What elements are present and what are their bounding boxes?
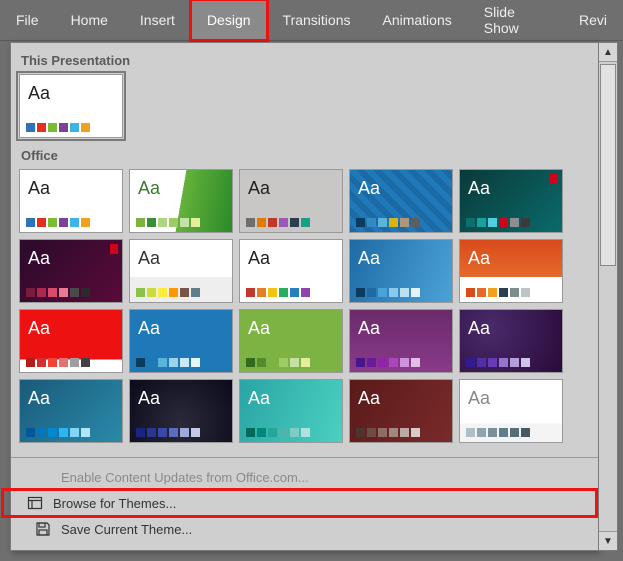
- theme-swatches: [356, 358, 420, 367]
- theme-swatches: [136, 218, 200, 227]
- blank-icon: [35, 469, 51, 485]
- section-this-presentation: This Presentation: [21, 53, 592, 68]
- menu-label: Browse for Themes...: [53, 496, 176, 511]
- theme-thumb[interactable]: Aa: [239, 309, 343, 373]
- theme-thumb[interactable]: Aa: [459, 309, 563, 373]
- theme-thumb[interactable]: Aa: [19, 169, 123, 233]
- theme-thumb[interactable]: Aa: [129, 169, 233, 233]
- theme-swatches: [26, 218, 90, 227]
- theme-swatches: [466, 358, 530, 367]
- tab-design[interactable]: Design: [191, 0, 267, 40]
- theme-thumb[interactable]: Aa: [129, 239, 233, 303]
- theme-swatches: [466, 428, 530, 437]
- theme-thumb[interactable]: Aa: [129, 309, 233, 373]
- theme-swatches: [466, 218, 530, 227]
- themes-dropdown: This Presentation Aa Office AaAaAaAaAaAa…: [10, 42, 618, 551]
- theme-swatches: [356, 288, 420, 297]
- scroll-up-button[interactable]: ▲: [599, 43, 617, 62]
- menu-label: Save Current Theme...: [61, 522, 192, 537]
- theme-swatches: [26, 428, 90, 437]
- theme-thumb[interactable]: Aa: [349, 239, 453, 303]
- theme-swatches: [136, 358, 200, 367]
- theme-swatches: [246, 428, 310, 437]
- menu-enable-updates: Enable Content Updates from Office.com..…: [11, 464, 598, 490]
- tab-transitions[interactable]: Transitions: [267, 0, 367, 40]
- theme-thumb[interactable]: Aa: [19, 239, 123, 303]
- ribbon-tabs: File Home Insert Design Transitions Anim…: [0, 0, 623, 41]
- theme-swatches: [246, 358, 310, 367]
- themes-footer: Enable Content Updates from Office.com..…: [11, 457, 598, 550]
- theme-thumb[interactable]: Aa: [239, 239, 343, 303]
- theme-swatches: [136, 288, 200, 297]
- menu-save-theme[interactable]: Save Current Theme...: [11, 516, 598, 542]
- theme-thumb-current[interactable]: Aa: [19, 74, 123, 138]
- theme-swatches: [466, 288, 530, 297]
- themes-scrollbar[interactable]: ▲ ▼: [598, 42, 618, 551]
- theme-swatches: [26, 358, 90, 367]
- theme-swatches: [26, 123, 90, 132]
- theme-thumb[interactable]: Aa: [19, 309, 123, 373]
- theme-swatches: [356, 218, 420, 227]
- theme-thumb[interactable]: Aa: [129, 379, 233, 443]
- section-office: Office: [21, 148, 592, 163]
- browse-themes-icon: [27, 495, 43, 511]
- theme-thumb[interactable]: Aa: [349, 169, 453, 233]
- theme-thumb[interactable]: Aa: [239, 169, 343, 233]
- tab-file[interactable]: File: [0, 0, 55, 40]
- gallery-this-presentation: Aa: [19, 74, 592, 138]
- tab-insert[interactable]: Insert: [124, 0, 191, 40]
- theme-swatches: [26, 288, 90, 297]
- theme-swatches: [246, 218, 310, 227]
- theme-swatches: [136, 428, 200, 437]
- theme-thumb[interactable]: Aa: [459, 169, 563, 233]
- theme-swatches: [246, 288, 310, 297]
- theme-thumb[interactable]: Aa: [239, 379, 343, 443]
- tab-animations[interactable]: Animations: [366, 0, 467, 40]
- tab-home[interactable]: Home: [55, 0, 124, 40]
- scroll-down-button[interactable]: ▼: [599, 531, 617, 550]
- theme-thumb[interactable]: Aa: [459, 379, 563, 443]
- tab-slideshow[interactable]: Slide Show: [468, 0, 563, 40]
- theme-swatches: [356, 428, 420, 437]
- themes-scroll-area: This Presentation Aa Office AaAaAaAaAaAa…: [11, 43, 598, 457]
- theme-thumb[interactable]: Aa: [349, 309, 453, 373]
- save-theme-icon: [35, 521, 51, 537]
- menu-label: Enable Content Updates from Office.com..…: [61, 470, 309, 485]
- scroll-thumb[interactable]: [600, 64, 616, 266]
- scroll-track[interactable]: [599, 62, 617, 531]
- theme-thumb[interactable]: Aa: [349, 379, 453, 443]
- theme-thumb[interactable]: Aa: [19, 379, 123, 443]
- menu-browse-themes[interactable]: Browse for Themes...: [3, 490, 596, 516]
- tab-review[interactable]: Revi: [563, 0, 623, 40]
- gallery-office: AaAaAaAaAaAaAaAaAaAaAaAaAaAaAaAaAaAaAaAa: [19, 169, 592, 443]
- theme-thumb[interactable]: Aa: [459, 239, 563, 303]
- themes-panel: This Presentation Aa Office AaAaAaAaAaAa…: [10, 42, 598, 551]
